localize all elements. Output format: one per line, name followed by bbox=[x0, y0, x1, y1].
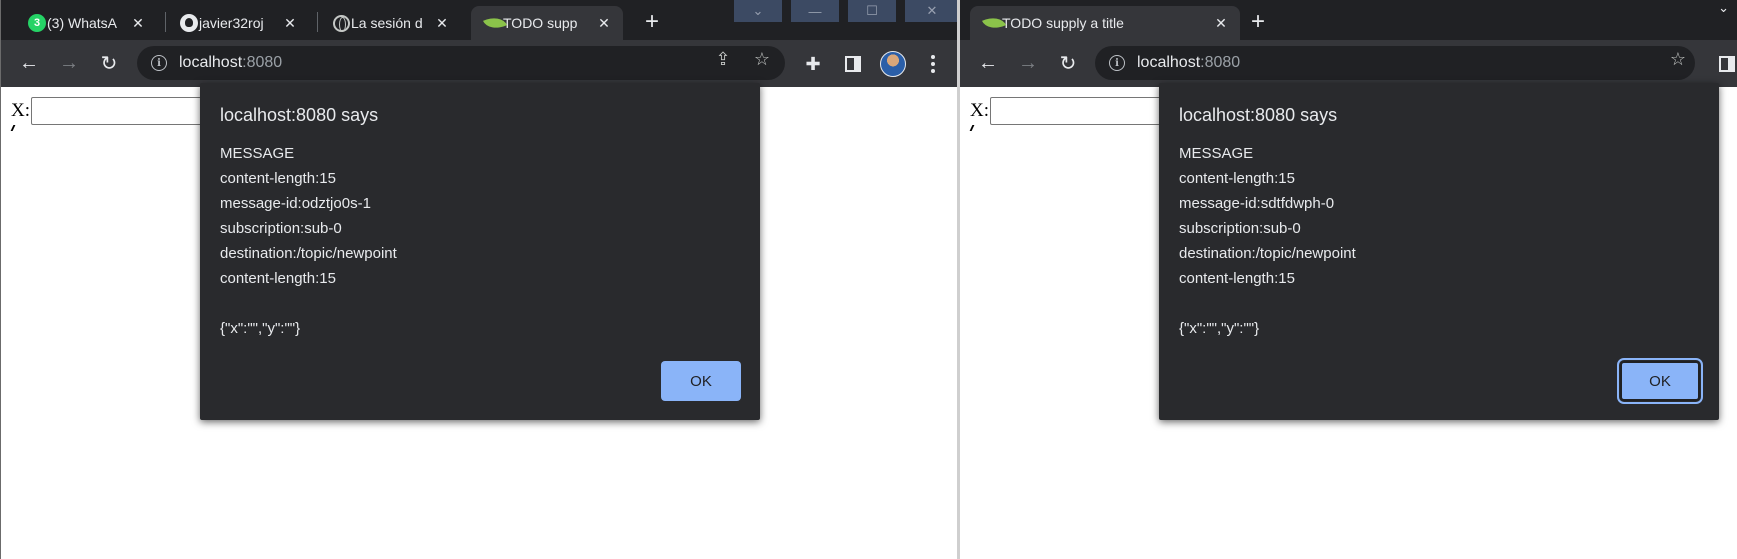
close-icon[interactable]: ✕ bbox=[1212, 14, 1230, 32]
extensions-puzzle-icon[interactable]: ✚ bbox=[802, 53, 824, 75]
close-icon[interactable]: ✕ bbox=[595, 14, 613, 32]
tab-title: (3) WhatsA bbox=[47, 15, 118, 31]
forward-arrow-icon[interactable]: → bbox=[54, 48, 84, 78]
address-host: localhost bbox=[1137, 54, 1201, 71]
tab-session[interactable]: La sesión d ✕ bbox=[319, 6, 461, 40]
x-field-row: X: bbox=[970, 97, 1170, 125]
alert-dialog: localhost:8080 says MESSAGE content-leng… bbox=[200, 83, 760, 420]
new-tab-button[interactable]: + bbox=[638, 8, 666, 36]
address-host: localhost bbox=[179, 54, 243, 71]
spring-leaf-icon bbox=[482, 12, 508, 34]
message-line: content-length:15 bbox=[1179, 170, 1295, 187]
back-arrow-icon[interactable]: ← bbox=[973, 48, 1003, 78]
message-line: destination:/topic/newpoint bbox=[220, 245, 397, 262]
stray-mark bbox=[10, 125, 19, 131]
tab-whatsapp[interactable]: 3 (3) WhatsA ✕ bbox=[15, 6, 157, 40]
close-icon[interactable]: ✕ bbox=[433, 14, 451, 32]
address-port: :8080 bbox=[1200, 54, 1241, 71]
message-line: MESSAGE bbox=[220, 145, 295, 162]
message-line: MESSAGE bbox=[1179, 145, 1254, 162]
spring-leaf-icon bbox=[981, 12, 1007, 34]
message-line bbox=[1179, 291, 1699, 316]
message-line: subscription:sub-0 bbox=[220, 220, 342, 237]
tab-title: TODO supp bbox=[503, 15, 578, 31]
message-line: content-length:15 bbox=[220, 170, 336, 187]
dialog-message: MESSAGE content-length:15 message-id:sdt… bbox=[1179, 141, 1699, 341]
message-line: content-length:15 bbox=[1179, 270, 1295, 287]
x-label: X: bbox=[970, 100, 989, 121]
side-panel-icon[interactable] bbox=[1716, 53, 1737, 75]
bookmark-star-icon[interactable]: ☆ bbox=[1667, 48, 1689, 70]
message-line: {"x":"","y":""} bbox=[220, 320, 301, 337]
dialog-title: localhost:8080 says bbox=[1179, 105, 1338, 125]
share-icon[interactable]: ⇪ bbox=[712, 48, 734, 70]
dialog-title: localhost:8080 says bbox=[220, 105, 379, 125]
site-info-icon[interactable]: i bbox=[1109, 55, 1125, 71]
site-info-icon[interactable]: i bbox=[151, 55, 167, 71]
reload-icon[interactable]: ↻ bbox=[94, 48, 124, 78]
tab-github[interactable]: javier32roj ✕ bbox=[167, 6, 309, 40]
message-line: destination:/topic/newpoint bbox=[1179, 245, 1356, 262]
message-line: subscription:sub-0 bbox=[1179, 220, 1301, 237]
tab-todo-active[interactable]: TODO supp ✕ bbox=[471, 6, 623, 40]
tab-title: TODO supply a title bbox=[1002, 15, 1124, 31]
tab-todo-active[interactable]: TODO supply a title ✕ bbox=[970, 6, 1240, 40]
x-input[interactable] bbox=[990, 97, 1170, 125]
alert-dialog: localhost:8080 says MESSAGE content-leng… bbox=[1159, 83, 1719, 420]
x-field-row: X: bbox=[11, 97, 211, 125]
dialog-message: MESSAGE content-length:15 message-id:odz… bbox=[220, 141, 740, 341]
address-bar[interactable]: i localhost:8080 bbox=[1095, 46, 1695, 80]
maximize-icon[interactable]: ☐ bbox=[848, 0, 896, 22]
whatsapp-icon: 3 bbox=[27, 13, 47, 33]
x-input[interactable] bbox=[31, 97, 211, 125]
minimize-icon[interactable]: — bbox=[791, 0, 839, 22]
tab-title: La sesión d bbox=[351, 15, 423, 31]
github-icon bbox=[179, 13, 199, 33]
close-icon[interactable]: ✕ bbox=[129, 14, 147, 32]
tab-separator bbox=[165, 12, 166, 32]
address-port: :8080 bbox=[242, 54, 283, 71]
forward-arrow-icon[interactable]: → bbox=[1013, 48, 1043, 78]
tab-strip: TODO supply a title ✕ + ⌄ bbox=[960, 0, 1737, 40]
tab-search-chevron-icon[interactable]: ⌄ bbox=[734, 0, 782, 22]
close-icon[interactable]: ✕ bbox=[281, 14, 299, 32]
tab-separator bbox=[317, 12, 318, 32]
tab-title: javier32roj bbox=[199, 15, 264, 31]
browser-toolbar: ← → ↻ i localhost:8080 ☆ bbox=[960, 40, 1737, 87]
side-panel-icon[interactable] bbox=[842, 53, 864, 75]
profile-avatar[interactable] bbox=[880, 51, 906, 77]
browser-window-left: 3 (3) WhatsA ✕ javier32roj ✕ La sesión d… bbox=[0, 0, 959, 559]
bookmark-star-icon[interactable]: ☆ bbox=[751, 48, 773, 70]
message-line: {"x":"","y":""} bbox=[1179, 320, 1260, 337]
stray-mark bbox=[969, 125, 978, 131]
message-line: content-length:15 bbox=[220, 270, 336, 287]
reload-icon[interactable]: ↻ bbox=[1053, 48, 1083, 78]
back-arrow-icon[interactable]: ← bbox=[14, 48, 44, 78]
tab-search-chevron-icon[interactable]: ⌄ bbox=[1718, 0, 1729, 16]
browser-window-right: TODO supply a title ✕ + ⌄ ← → ↻ i localh… bbox=[960, 0, 1737, 559]
message-line bbox=[220, 291, 740, 316]
x-label: X: bbox=[11, 100, 30, 121]
menu-kebab-icon[interactable] bbox=[922, 53, 944, 75]
tab-strip: 3 (3) WhatsA ✕ javier32roj ✕ La sesión d… bbox=[1, 0, 959, 40]
ok-button[interactable]: OK bbox=[1617, 358, 1703, 404]
new-tab-button[interactable]: + bbox=[1244, 8, 1272, 36]
globe-icon bbox=[331, 13, 351, 33]
message-line: message-id:sdtfdwph-0 bbox=[1179, 195, 1335, 212]
message-line: message-id:odztjo0s-1 bbox=[220, 195, 371, 212]
ok-button[interactable]: OK bbox=[661, 361, 741, 401]
address-bar[interactable]: i localhost:8080 bbox=[137, 46, 785, 80]
window-close-icon[interactable]: ✕ bbox=[905, 0, 959, 22]
browser-toolbar: ← → ↻ i localhost:8080 ⇪ ☆ ✚ bbox=[1, 40, 959, 87]
